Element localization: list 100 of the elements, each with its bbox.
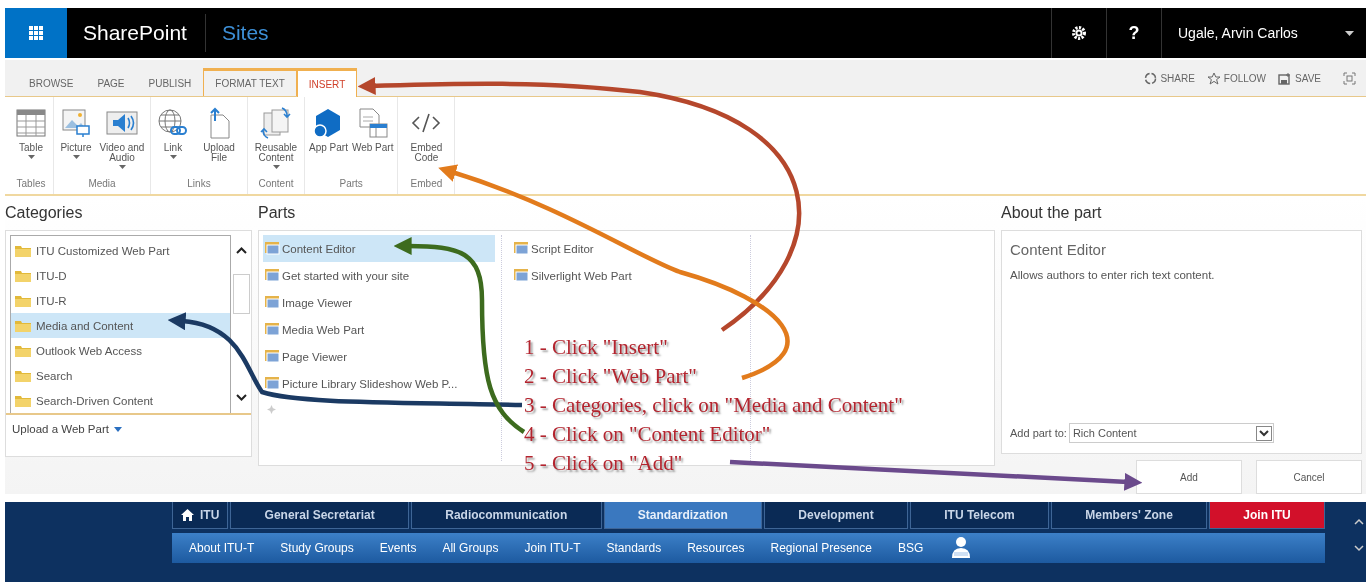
instruction-text: 4 - Click on "Content Editor" — [524, 421, 772, 448]
ribbon-tab[interactable]: PAGE — [85, 70, 137, 96]
ribbon-command-button[interactable]: Embed Code — [402, 106, 451, 178]
section-heading: Parts — [258, 203, 297, 223]
site-nav-link[interactable]: Join ITU-T — [524, 541, 599, 555]
instruction-text: 3 - Categories, click on "Media and Content" — [524, 392, 903, 419]
ribbon-command-button[interactable]: App Part — [309, 106, 348, 178]
documents-icon — [260, 106, 292, 139]
ribbon-group-label: Content — [257, 178, 295, 191]
part-item[interactable]: Script Editor — [512, 235, 744, 262]
page-action-link[interactable]: SHARE — [1160, 72, 1195, 84]
category-item[interactable]: ITU-D — [11, 263, 230, 288]
ribbon-group-label: Parts — [338, 178, 364, 191]
site-nav-tab[interactable]: Development — [764, 502, 908, 529]
ribbon-command-button[interactable]: Picture — [58, 106, 94, 178]
site-nav-tab[interactable]: Members' Zone — [1051, 502, 1208, 529]
page-action-link[interactable]: FOLLOW — [1223, 72, 1267, 84]
instruction-text: 2 - Click "Web Part" — [524, 363, 698, 390]
part-item[interactable]: Content Editor — [263, 235, 495, 262]
site-nav-link[interactable]: Study Groups — [280, 541, 372, 555]
ribbon-command-button[interactable]: Upload File — [195, 106, 243, 178]
ribbon-command-button[interactable]: Reusable Content — [252, 106, 300, 178]
site-nav-link[interactable]: About ITU-T — [189, 541, 273, 555]
folder-icon — [15, 294, 31, 307]
ribbon-command-button[interactable]: Video and Audio — [98, 106, 146, 178]
folder-icon — [15, 344, 31, 357]
settings-icon[interactable] — [1071, 25, 1087, 41]
site-nav-link[interactable]: Events — [379, 541, 435, 555]
dialog-button[interactable]: Add — [1136, 460, 1242, 494]
site-nav-link[interactable]: All Groups — [442, 541, 517, 555]
scroll-down-icon[interactable] — [235, 394, 247, 401]
table-icon — [16, 108, 46, 137]
ribbon-tab[interactable]: PUBLISH — [136, 70, 204, 96]
picture-icon — [61, 107, 91, 138]
part-name: Content Editor — [1010, 241, 1107, 258]
folder-icon — [15, 369, 31, 382]
web-part-icon — [265, 242, 281, 255]
waffle-icon — [29, 26, 43, 40]
web-part-icon — [265, 350, 281, 363]
home-icon — [181, 509, 194, 521]
focus-icon[interactable] — [1343, 71, 1356, 85]
document-icon — [356, 106, 389, 139]
scrollbar-thumb[interactable] — [232, 274, 250, 314]
ribbon-command-button[interactable]: Link — [155, 106, 191, 178]
ribbon-command-button[interactable]: Table — [13, 106, 49, 178]
upload-web-part-link[interactable]: Upload a Web Part — [12, 423, 109, 435]
page-action-link[interactable]: SAVE — [1295, 72, 1321, 84]
folder-icon — [15, 269, 31, 282]
dialog-button[interactable]: Cancel — [1256, 460, 1362, 494]
add-part-label: Add part to: — [1010, 427, 1067, 439]
folder-icon — [15, 394, 31, 407]
app-launcher-button[interactable] — [5, 8, 67, 58]
category-item[interactable]: Search-Driven Content — [11, 388, 230, 413]
part-item[interactable]: Get started with your site — [263, 262, 495, 289]
globe-link-icon — [157, 107, 189, 138]
web-part-icon — [265, 377, 281, 390]
zone-dropdown[interactable]: Rich Content — [1068, 423, 1274, 443]
ribbon-group-label: Tables — [15, 178, 47, 191]
category-item[interactable]: Media and Content — [11, 313, 230, 338]
category-item[interactable]: ITU-R — [11, 288, 230, 313]
site-nav-tab[interactable]: Join ITU — [1209, 502, 1325, 529]
ribbon-command-button[interactable]: Web Part — [351, 106, 394, 178]
part-item[interactable]: Page Viewer — [263, 343, 495, 370]
save-icon — [1278, 71, 1293, 85]
part-item[interactable]: Silverlight Web Part — [512, 262, 744, 289]
part-item[interactable]: Image Viewer — [263, 289, 495, 316]
site-nav-tab[interactable]: Standardization — [603, 502, 763, 529]
speaker-icon — [105, 108, 139, 137]
caret-icon[interactable] — [1345, 30, 1354, 36]
help-button[interactable]: ? — [1128, 22, 1140, 44]
site-nav-link[interactable]: Regional Presence — [770, 541, 890, 555]
part-item[interactable]: Media Web Part — [263, 316, 495, 343]
instruction-text: 1 - Click "Insert" — [524, 334, 669, 361]
category-item[interactable]: ITU Customized Web Part — [11, 238, 230, 263]
part-item[interactable]: Picture Library Slideshow Web P... — [263, 370, 495, 397]
site-nav-link[interactable]: BSG — [897, 541, 942, 555]
sites-link[interactable]: Sites — [221, 21, 269, 45]
web-part-icon — [265, 323, 281, 336]
share-icon — [1144, 71, 1158, 85]
move-icon — [267, 405, 276, 414]
site-nav-tab[interactable]: Radiocommunication — [410, 502, 602, 529]
ribbon-group-label: Media — [87, 178, 117, 191]
web-part-icon — [514, 269, 530, 282]
ribbon-group-label: Links — [186, 178, 212, 191]
web-part-icon — [265, 296, 281, 309]
folder-icon — [15, 244, 31, 257]
ribbon-group-label: Embed — [409, 178, 444, 191]
category-item[interactable]: Outlook Web Access — [11, 338, 230, 363]
site-nav-tab[interactable]: ITU — [172, 502, 229, 529]
site-nav-tab[interactable]: General Secretariat — [230, 502, 409, 529]
site-nav-tab[interactable]: ITU Telecom — [910, 502, 1049, 529]
site-nav-link[interactable]: Standards — [606, 541, 680, 555]
ribbon-tab[interactable]: INSERT — [296, 68, 358, 97]
scroll-up-icon[interactable] — [235, 247, 247, 254]
ribbon-tab[interactable]: BROWSE — [17, 70, 86, 96]
instruction-text: 5 - Click on "Add" — [524, 450, 684, 477]
section-heading: Categories — [5, 203, 84, 223]
category-item[interactable]: Search — [11, 363, 230, 388]
user-name[interactable]: Ugale, Arvin Carlos — [1178, 25, 1298, 41]
site-nav-link[interactable]: Resources — [687, 541, 763, 555]
